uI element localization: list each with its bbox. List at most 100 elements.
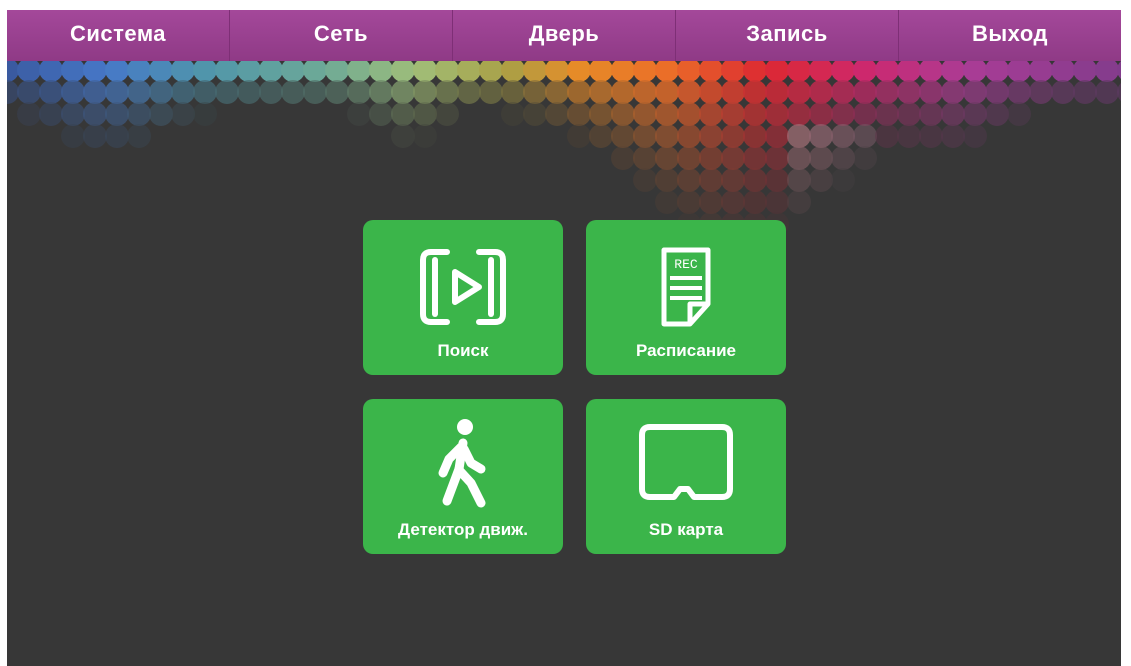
tab-network[interactable]: Сеть — [229, 10, 452, 61]
tab-system[interactable]: Система — [7, 10, 229, 61]
decorative-dot — [985, 102, 1009, 126]
decorative-dot — [721, 102, 745, 126]
decorative-dot — [501, 61, 525, 82]
decorative-dot — [831, 102, 855, 126]
decorative-dot — [567, 61, 591, 82]
decorative-dot — [259, 61, 283, 82]
decorative-dot-pattern — [7, 61, 1121, 258]
decorative-dot — [281, 80, 305, 104]
decorative-dot — [17, 80, 41, 104]
decorative-dot — [303, 80, 327, 104]
decorative-dot — [589, 102, 613, 126]
decorative-dot — [853, 61, 877, 82]
decorative-dot — [699, 80, 723, 104]
decorative-dot — [985, 80, 1009, 104]
decorative-dot — [501, 80, 525, 104]
decorative-dot — [1117, 61, 1121, 79]
decorative-dot — [193, 102, 217, 126]
decorative-dot — [853, 146, 877, 170]
decorative-dot — [457, 80, 481, 104]
decorative-dot — [787, 80, 811, 104]
decorative-dot — [567, 124, 591, 148]
decorative-dot — [281, 61, 305, 82]
decorative-dot — [963, 124, 987, 148]
decorative-dot — [611, 124, 635, 148]
decorative-dot — [259, 80, 283, 104]
decorative-dot — [479, 80, 503, 104]
decorative-dot — [941, 61, 965, 82]
decorative-dot — [655, 168, 679, 192]
decorative-dot — [523, 61, 547, 82]
decorative-dot — [61, 61, 85, 82]
decorative-dot — [941, 102, 965, 126]
decorative-dot — [809, 61, 833, 82]
decorative-dot — [787, 146, 811, 170]
decorative-dot — [699, 102, 723, 126]
decorative-dot — [61, 80, 85, 104]
decorative-dot — [1029, 61, 1053, 82]
schedule-tile[interactable]: REC Расписание — [586, 220, 786, 375]
decorative-dot — [809, 146, 833, 170]
decorative-dot — [875, 80, 899, 104]
schedule-tile-label: Расписание — [635, 341, 737, 360]
decorative-dot — [809, 124, 833, 148]
rec-document-icon: REC — [661, 247, 711, 327]
decorative-dot — [941, 80, 965, 104]
decorative-dot — [699, 168, 723, 192]
sd-card-icon — [639, 424, 733, 500]
decorative-dot — [787, 168, 811, 192]
decorative-dot — [347, 61, 371, 82]
decorative-dot — [985, 61, 1009, 82]
decorative-dot — [919, 102, 943, 126]
decorative-dot — [963, 61, 987, 82]
decorative-dot — [787, 190, 811, 214]
decorative-dot — [633, 124, 657, 148]
tab-record[interactable]: Запись — [675, 10, 898, 61]
decorative-dot — [127, 61, 151, 82]
decorative-dot — [721, 80, 745, 104]
decorative-dot — [83, 61, 107, 82]
walking-person-icon — [438, 419, 486, 508]
decorative-dot — [435, 61, 459, 82]
decorative-dot — [963, 80, 987, 104]
decorative-dot — [149, 80, 173, 104]
decorative-dot — [611, 146, 635, 170]
decorative-dot — [611, 102, 635, 126]
tab-exit[interactable]: Выход — [898, 10, 1121, 61]
decorative-dot — [479, 61, 503, 82]
decorative-dot — [589, 124, 613, 148]
decorative-dot — [1095, 61, 1119, 82]
decorative-dot — [655, 61, 679, 82]
decorative-dot — [787, 102, 811, 126]
decorative-dot — [61, 124, 85, 148]
decorative-dot — [105, 61, 129, 82]
decorative-dot — [677, 146, 701, 170]
decorative-dot — [699, 124, 723, 148]
decorative-dot — [765, 190, 789, 214]
decorative-dot — [237, 80, 261, 104]
decorative-dot — [171, 80, 195, 104]
decorative-dot — [391, 61, 415, 82]
decorative-dot — [193, 80, 217, 104]
tab-door[interactable]: Дверь — [452, 10, 675, 61]
decorative-dot — [721, 124, 745, 148]
decorative-dot — [105, 80, 129, 104]
decorative-dot — [611, 80, 635, 104]
decorative-dot — [765, 102, 789, 126]
motion-detector-tile[interactable]: Детектор движ. — [363, 399, 563, 554]
decorative-dot — [1073, 61, 1097, 82]
decorative-dot — [919, 80, 943, 104]
decorative-dot — [853, 80, 877, 104]
search-tile[interactable]: Поиск — [363, 220, 563, 375]
decorative-dot — [721, 146, 745, 170]
decorative-dot — [963, 102, 987, 126]
decorative-dot — [127, 80, 151, 104]
rec-icon-text: REC — [674, 257, 698, 272]
decorative-dot — [765, 80, 789, 104]
decorative-dot — [589, 80, 613, 104]
decorative-dot — [655, 146, 679, 170]
decorative-dot — [39, 61, 63, 82]
decorative-dot — [1117, 83, 1121, 101]
sd-card-tile[interactable]: SD карта — [586, 399, 786, 554]
decorative-dot — [633, 102, 657, 126]
